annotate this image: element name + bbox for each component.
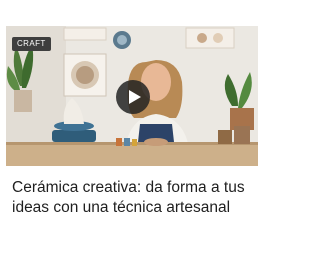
course-card[interactable]: CRAFT Cerámica creativa: da forma a tus … <box>6 26 258 248</box>
course-thumbnail[interactable]: CRAFT <box>6 26 258 166</box>
play-icon <box>128 90 141 104</box>
category-badge: CRAFT <box>12 37 51 51</box>
course-title[interactable]: Cerámica creativa: da forma a tus ideas … <box>6 178 258 218</box>
play-button[interactable] <box>116 80 150 114</box>
